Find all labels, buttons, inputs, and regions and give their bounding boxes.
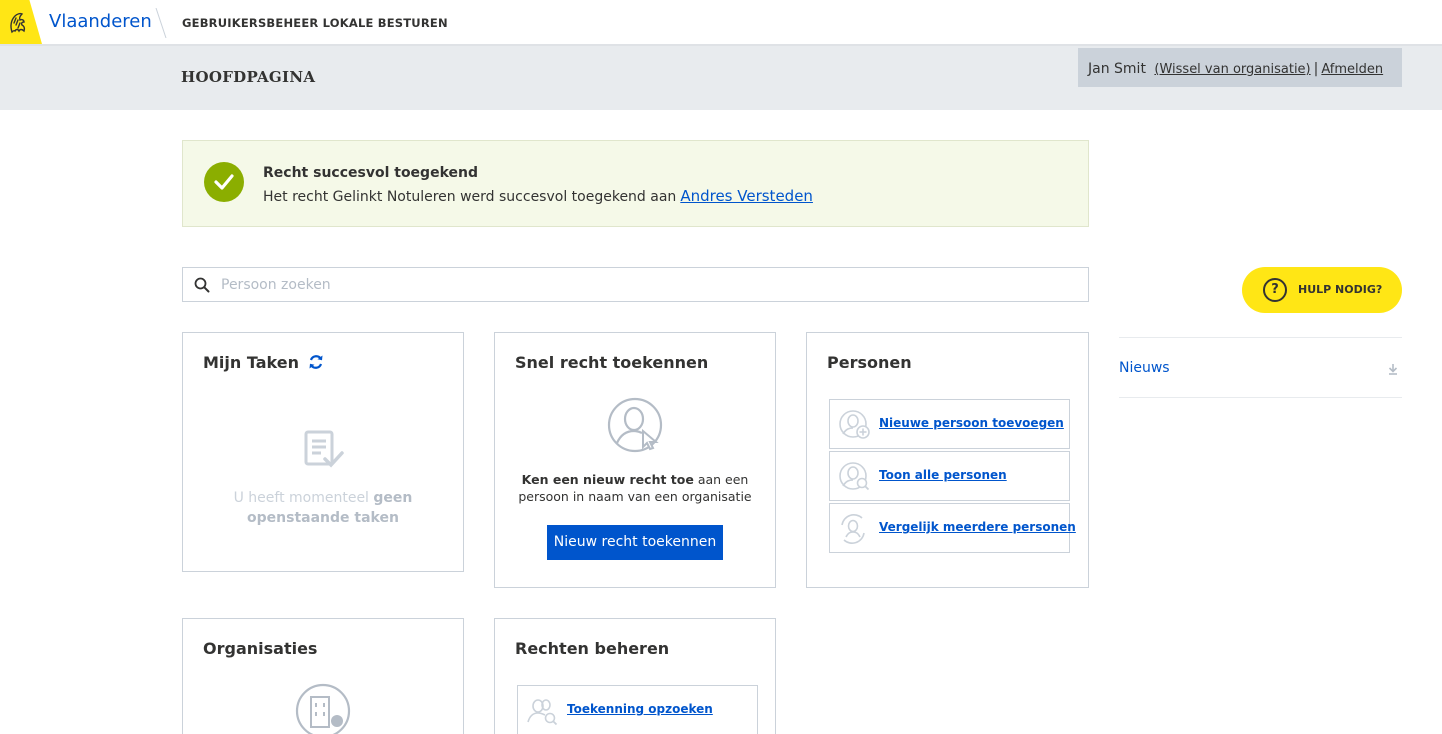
flanders-lion-icon xyxy=(10,12,26,34)
quick-grant-title: Snel recht toekennen xyxy=(515,353,709,372)
show-all-persons-link[interactable]: Toon alle personen xyxy=(829,451,1070,501)
user-name: Jan Smit xyxy=(1088,61,1146,77)
compare-persons-label: Vergelijk meerdere personen xyxy=(879,520,1076,534)
card-title: Mijn Taken xyxy=(203,353,324,372)
app-name: GEBRUIKERSBEHEER LOKALE BESTUREN xyxy=(182,16,448,30)
user-box: Jan Smit (Wissel van organisatie) | Afmeld… xyxy=(1078,48,1402,87)
card-manage-rights: Rechten beheren Toekenning opzoeken xyxy=(494,618,776,734)
compare-persons-link[interactable]: Vergelijk meerdere personen xyxy=(829,503,1076,553)
search-icon xyxy=(194,277,210,293)
page-title: HOOFDPAGINA xyxy=(181,68,316,86)
alert-person-link[interactable]: Andres Versteden xyxy=(680,187,813,205)
person-compare-icon xyxy=(841,514,865,544)
functional-header: HOOFDPAGINA Jan Smit (Wissel van organis… xyxy=(0,46,1442,110)
alert-message: Het recht Gelinkt Notuleren werd succesv… xyxy=(263,187,813,205)
add-person-label: Nieuwe persoon toevoegen xyxy=(879,416,1064,430)
card-persons: Personen Nieuwe persoon toevoegen Toon a… xyxy=(806,332,1089,588)
manage-rights-title: Rechten beheren xyxy=(515,639,670,658)
person-pointer-icon xyxy=(607,397,663,453)
persons-title: Personen xyxy=(827,353,912,372)
person-add-icon xyxy=(839,410,870,439)
person-search-icon xyxy=(839,462,870,491)
new-right-button[interactable]: Nieuw recht toekennen xyxy=(547,525,723,560)
empty-tasks-text: U heeft momenteel geen openstaande taken xyxy=(213,488,433,528)
task-list-icon xyxy=(304,430,344,468)
help-label: HULP NODIG? xyxy=(1298,283,1383,296)
card-organisations: Organisaties xyxy=(182,618,464,734)
card-quick-grant: Snel recht toekennen Ken een nieuw recht… xyxy=(494,332,776,588)
person-search xyxy=(182,267,1089,302)
quick-grant-text-bold: Ken een nieuw recht toe xyxy=(521,472,694,487)
alert-text: Het recht Gelinkt Notuleren werd succesv… xyxy=(263,189,677,205)
question-icon: ? xyxy=(1263,278,1287,302)
refresh-icon[interactable] xyxy=(308,354,324,370)
news-label: Nieuws xyxy=(1119,360,1170,376)
download-icon xyxy=(1388,364,1398,375)
news-section[interactable]: Nieuws xyxy=(1119,337,1402,398)
find-grant-label: Toekenning opzoeken xyxy=(567,702,713,716)
building-icon xyxy=(295,683,351,734)
help-button[interactable]: ? HULP NODIG? xyxy=(1242,267,1402,313)
my-tasks-title: Mijn Taken xyxy=(203,353,299,372)
header-divider xyxy=(155,8,167,38)
quick-grant-text: Ken een nieuw recht toe aan een persoon … xyxy=(510,471,760,505)
show-all-persons-label: Toon alle personen xyxy=(879,468,1007,482)
alert-status xyxy=(204,162,244,202)
success-alert: Recht succesvol toegekend Het recht Geli… xyxy=(182,140,1089,227)
add-person-link[interactable]: Nieuwe persoon toevoegen xyxy=(829,399,1070,449)
flanders-logo[interactable] xyxy=(0,0,42,44)
alert-title: Recht succesvol toegekend xyxy=(263,165,478,181)
switch-organisation-link[interactable]: (Wissel van organisatie) xyxy=(1154,62,1310,77)
persons-search-icon xyxy=(527,699,558,726)
logout-link[interactable]: Afmelden xyxy=(1321,62,1383,77)
user-box-separator: | xyxy=(1313,61,1319,77)
empty-tasks-pre: U heeft momenteel xyxy=(233,490,374,506)
organisations-title: Organisaties xyxy=(203,639,318,658)
search-input[interactable] xyxy=(221,274,1071,296)
empty-tasks-bold1: geen xyxy=(373,490,413,506)
empty-tasks-bold2: openstaande taken xyxy=(247,510,399,526)
card-my-tasks: Mijn Taken U heeft momenteel geen openst… xyxy=(182,332,464,572)
check-icon xyxy=(214,174,234,190)
global-header: Vlaanderen GEBRUIKERSBEHEER LOKALE BESTU… xyxy=(0,0,1442,46)
brand-link[interactable]: Vlaanderen xyxy=(49,11,152,32)
find-grant-link[interactable]: Toekenning opzoeken xyxy=(517,685,758,734)
